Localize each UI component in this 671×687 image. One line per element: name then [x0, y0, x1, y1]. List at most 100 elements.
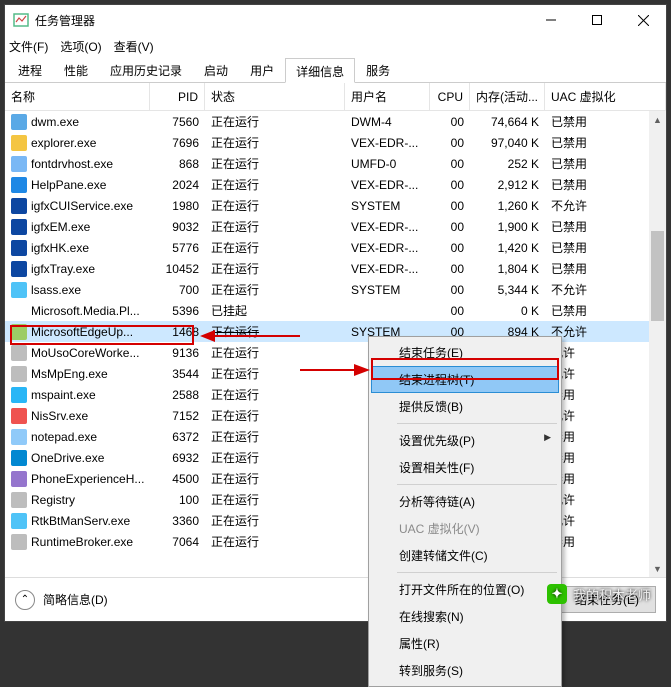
col-pid[interactable]: PID — [150, 83, 205, 110]
menu-item[interactable]: 转到服务(S) — [371, 657, 559, 684]
table-row[interactable]: igfxTray.exe10452正在运行VEX-EDR-...001,804 … — [5, 258, 666, 279]
col-status[interactable]: 状态 — [205, 83, 345, 110]
cell: 正在运行 — [205, 426, 345, 447]
cell: 允许 — [545, 363, 666, 384]
table-row[interactable]: igfxCUIService.exe1980正在运行SYSTEM001,260 … — [5, 195, 666, 216]
table-row[interactable]: lsass.exe700正在运行SYSTEM005,344 K不允许 — [5, 279, 666, 300]
context-menu[interactable]: 结束任务(E)结束进程树(T)提供反馈(B) 设置优先级(P)设置相关性(F) 分析… — [368, 336, 562, 687]
cell: 1,804 K — [470, 258, 545, 279]
vertical-scrollbar[interactable]: ▲ ▼ — [649, 111, 666, 577]
cell: lsass.exe — [5, 279, 150, 300]
col-name[interactable]: 名称 — [5, 83, 150, 110]
cell: 不允许 — [545, 321, 666, 342]
menu-item[interactable]: 提供反馈(B) — [371, 393, 559, 420]
scroll-up-icon[interactable]: ▲ — [649, 111, 666, 128]
cell: 已禁用 — [545, 132, 666, 153]
table-row[interactable]: notepad.exe6372正在运行禁用 — [5, 426, 666, 447]
cell: 00 — [430, 300, 470, 321]
menu-item[interactable]: 结束进程树(T) — [371, 366, 559, 393]
cell: fontdrvhost.exe — [5, 153, 150, 174]
titlebar[interactable]: 任务管理器 — [5, 5, 666, 35]
menu-item[interactable]: 分析等待链(A) — [371, 488, 559, 515]
process-icon — [11, 240, 27, 256]
wechat-icon: ✦ — [547, 584, 567, 604]
menu-options[interactable]: 选项(O) — [60, 38, 101, 55]
cell: RtkBtManServ.exe — [5, 510, 150, 531]
col-cpu[interactable]: CPU — [430, 83, 470, 110]
table-row[interactable]: Registry100正在运行允许 — [5, 489, 666, 510]
table-row[interactable]: PhoneExperienceH...4500正在运行禁用 — [5, 468, 666, 489]
menu-view[interactable]: 查看(V) — [114, 38, 154, 55]
cell: 正在运行 — [205, 153, 345, 174]
menu-item[interactable]: 创建转储文件(C) — [371, 542, 559, 569]
cell: igfxCUIService.exe — [5, 195, 150, 216]
cell: 1980 — [150, 195, 205, 216]
table-row[interactable]: MsMpEng.exe3544正在运行允许 — [5, 363, 666, 384]
cell: Microsoft.Media.Pl... — [5, 300, 150, 321]
table-row[interactable]: MicrosoftEdgeUp...1468正在运行SYSTEM00894 K不… — [5, 321, 666, 342]
minimize-button[interactable] — [528, 5, 574, 35]
process-list[interactable]: dwm.exe7560正在运行DWM-40074,664 K已禁用explore… — [5, 111, 666, 577]
cell: 97,040 K — [470, 132, 545, 153]
simple-view-link[interactable]: 简略信息(D) — [43, 591, 108, 608]
process-icon — [11, 450, 27, 466]
table-row[interactable]: igfxEM.exe9032正在运行VEX-EDR-...001,900 K已禁… — [5, 216, 666, 237]
scroll-down-icon[interactable]: ▼ — [649, 560, 666, 577]
tab-4[interactable]: 用户 — [239, 57, 285, 82]
process-icon — [11, 408, 27, 424]
menu-item[interactable]: 设置优先级(P) — [371, 427, 559, 454]
table-row[interactable]: HelpPane.exe2024正在运行VEX-EDR-...002,912 K… — [5, 174, 666, 195]
tab-5[interactable]: 详细信息 — [285, 58, 355, 83]
cell: 00 — [430, 174, 470, 195]
col-user[interactable]: 用户名 — [345, 83, 430, 110]
menu-item: UAC 虚拟化(V) — [371, 515, 559, 542]
tab-3[interactable]: 启动 — [193, 57, 239, 82]
cell: SYSTEM — [345, 279, 430, 300]
cell: 正在运行 — [205, 405, 345, 426]
cell: 3360 — [150, 510, 205, 531]
table-row[interactable]: MoUsoCoreWorke...9136正在运行允许 — [5, 342, 666, 363]
expand-icon[interactable]: ⌃ — [15, 590, 35, 610]
cell: 252 K — [470, 153, 545, 174]
table-row[interactable]: explorer.exe7696正在运行VEX-EDR-...0097,040 … — [5, 132, 666, 153]
menu-file[interactable]: 文件(F) — [9, 38, 48, 55]
tab-1[interactable]: 性能 — [53, 57, 99, 82]
col-mem[interactable]: 内存(活动... — [470, 83, 545, 110]
process-icon — [11, 303, 27, 319]
table-row[interactable]: NisSrv.exe7152正在运行允许 — [5, 405, 666, 426]
cell — [345, 300, 430, 321]
cell: 00 — [430, 216, 470, 237]
maximize-button[interactable] — [574, 5, 620, 35]
menu-item[interactable]: 设置相关性(F) — [371, 454, 559, 481]
cell: 正在运行 — [205, 216, 345, 237]
process-icon — [11, 198, 27, 214]
cell: 1468 — [150, 321, 205, 342]
tab-6[interactable]: 服务 — [355, 57, 401, 82]
table-row[interactable]: mspaint.exe2588正在运行禁用 — [5, 384, 666, 405]
table-row[interactable]: Microsoft.Media.Pl...5396已挂起000 K已禁用 — [5, 300, 666, 321]
cell: 允许 — [545, 405, 666, 426]
cell: MicrosoftEdgeUp... — [5, 321, 150, 342]
cell: 禁用 — [545, 447, 666, 468]
table-row[interactable]: dwm.exe7560正在运行DWM-40074,664 K已禁用 — [5, 111, 666, 132]
cell: HelpPane.exe — [5, 174, 150, 195]
menu-item[interactable]: 结束任务(E) — [371, 339, 559, 366]
cell: 868 — [150, 153, 205, 174]
cell: 正在运行 — [205, 321, 345, 342]
table-row[interactable]: OneDrive.exe6932正在运行禁用 — [5, 447, 666, 468]
cell: 允许 — [545, 342, 666, 363]
tab-2[interactable]: 应用历史记录 — [99, 57, 193, 82]
table-row[interactable]: igfxHK.exe5776正在运行VEX-EDR-...001,420 K已禁… — [5, 237, 666, 258]
cell: VEX-EDR-... — [345, 174, 430, 195]
table-row[interactable]: fontdrvhost.exe868正在运行UMFD-000252 K已禁用 — [5, 153, 666, 174]
table-row[interactable]: RtkBtManServ.exe3360正在运行允许 — [5, 510, 666, 531]
cell: Registry — [5, 489, 150, 510]
table-row[interactable]: RuntimeBroker.exe7064正在运行禁用 — [5, 531, 666, 552]
close-button[interactable] — [620, 5, 666, 35]
col-uac[interactable]: UAC 虚拟化 — [545, 83, 666, 110]
menu-item[interactable]: 打开文件所在的位置(O) — [371, 576, 559, 603]
menu-item[interactable]: 属性(R) — [371, 630, 559, 657]
tab-0[interactable]: 进程 — [7, 57, 53, 82]
scroll-thumb[interactable] — [651, 231, 664, 321]
cell: MsMpEng.exe — [5, 363, 150, 384]
